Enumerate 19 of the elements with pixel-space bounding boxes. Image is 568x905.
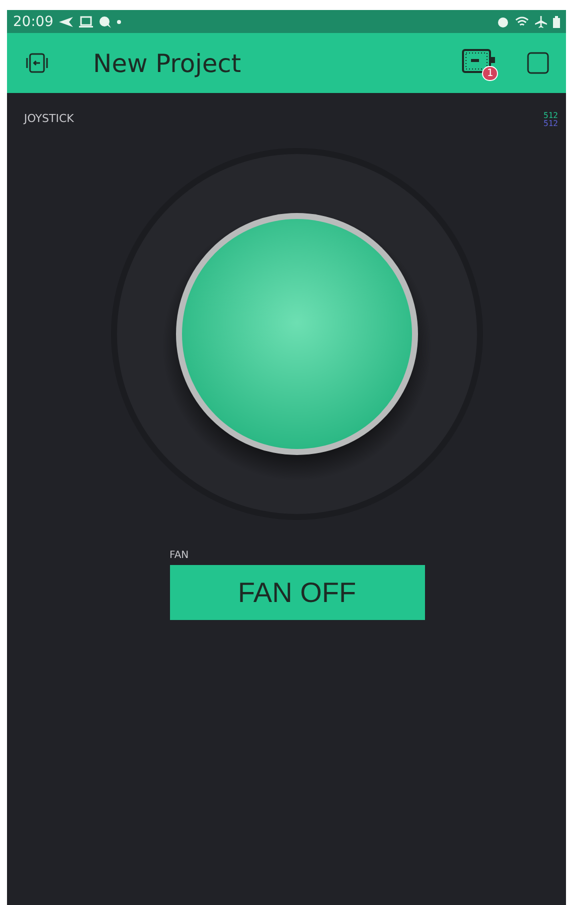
button-label: FAN	[170, 550, 190, 561]
airplane-icon	[535, 16, 547, 28]
fan-button[interactable]: FAN OFF	[170, 565, 424, 620]
status-time: 20:09	[13, 14, 54, 30]
chat-icon	[99, 16, 112, 28]
notification-badge: 1	[482, 66, 498, 81]
dot-icon	[117, 20, 122, 24]
laptop-icon	[79, 16, 94, 28]
battery-icon	[553, 16, 560, 28]
stop-icon[interactable]	[526, 51, 550, 75]
exit-icon[interactable]	[25, 51, 49, 75]
axis-value: 512	[544, 120, 558, 128]
send-icon	[59, 16, 74, 28]
joystick[interactable]	[109, 146, 485, 522]
axis-value: 512	[544, 112, 558, 120]
widget-label: JOYSTICK	[24, 112, 74, 127]
wifi-icon	[515, 16, 529, 28]
project-title: New Project	[93, 48, 242, 78]
alarm-icon	[497, 16, 509, 28]
